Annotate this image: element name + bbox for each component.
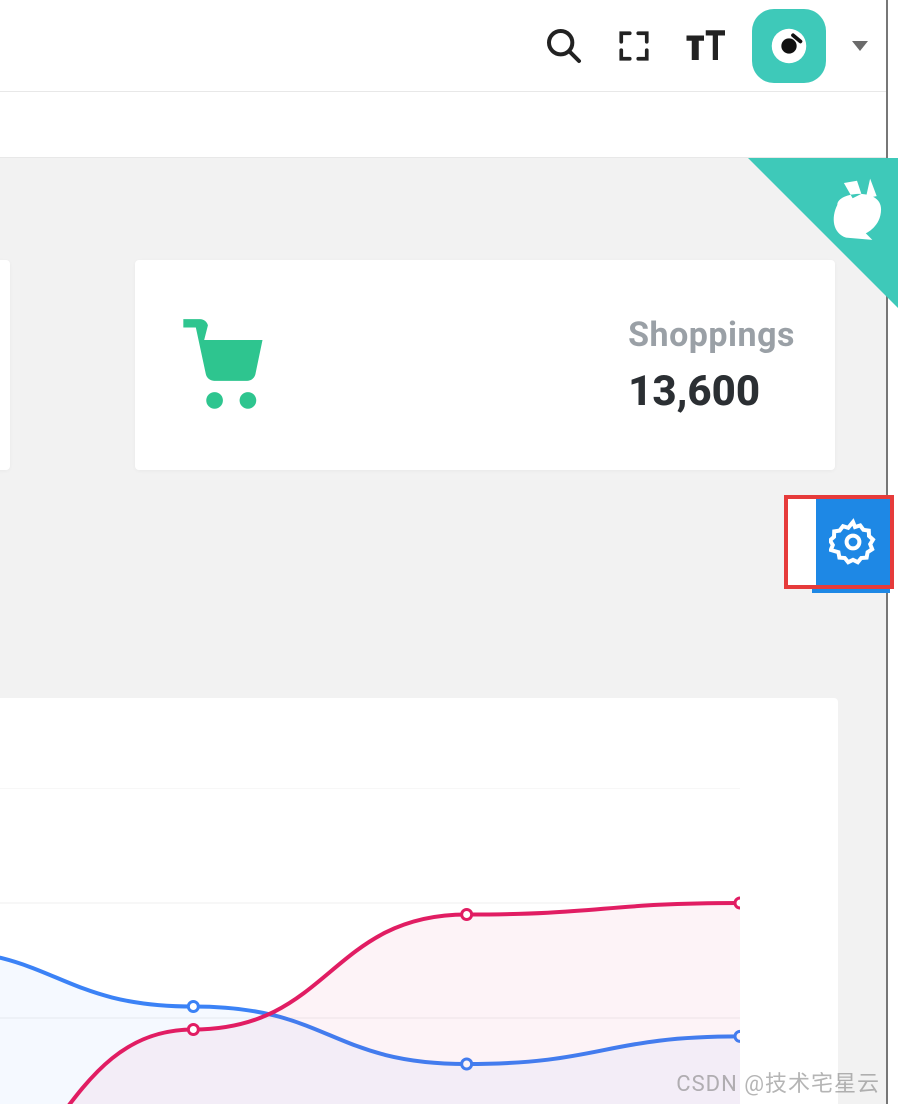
topbar: [0, 0, 898, 92]
text-size-icon[interactable]: [682, 24, 726, 68]
chevron-down-icon[interactable]: [852, 41, 868, 51]
settings-button[interactable]: [816, 499, 890, 585]
line-chart[interactable]: [0, 788, 740, 1104]
sub-toolbar: [0, 92, 898, 158]
stat-card-shoppings[interactable]: Shoppings 13,600: [135, 260, 835, 470]
settings-spacer: [788, 499, 816, 585]
avatar[interactable]: [752, 9, 826, 83]
gear-icon: [829, 518, 877, 566]
stat-card-text: Shoppings 13,600: [628, 315, 795, 416]
fullscreen-icon[interactable]: [612, 24, 656, 68]
watermark: CSDN @技术宅星云: [676, 1066, 880, 1098]
stat-card-partial: [0, 260, 10, 470]
chart-panel: [0, 698, 838, 1104]
stat-card-label: Shoppings: [628, 315, 795, 355]
search-icon[interactable]: [542, 24, 586, 68]
cat-icon: [822, 172, 892, 246]
shopping-cart-icon: [175, 310, 275, 420]
settings-highlight-box: [784, 495, 894, 589]
stat-card-value: 13,600: [628, 367, 795, 416]
